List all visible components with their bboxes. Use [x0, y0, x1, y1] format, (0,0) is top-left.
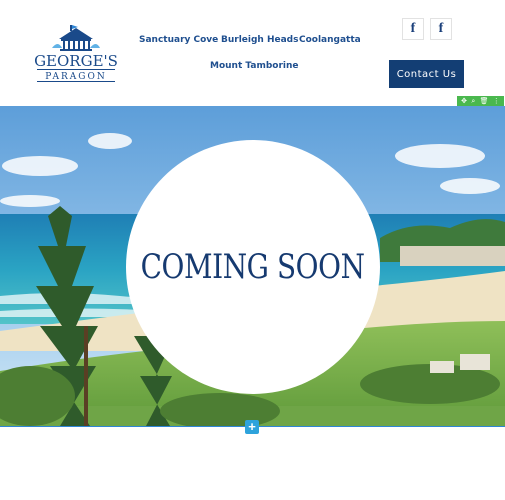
facebook-icon: f [410, 21, 416, 36]
nav-link-sanctuary-cove[interactable]: Sanctuary Cove [139, 35, 218, 45]
trash-icon[interactable]: 🗑 [480, 96, 489, 106]
facebook-link-1[interactable]: f [402, 18, 424, 40]
site-logo[interactable]: GEORGE'S PARAGON [34, 24, 118, 84]
add-section-button[interactable]: + [245, 420, 259, 434]
facebook-link-2[interactable]: f [430, 18, 452, 40]
nav-link-mount-tamborine[interactable]: Mount Tamborine [210, 61, 298, 71]
coming-soon-circle: COMING SOON [126, 140, 380, 394]
facebook-icon: f [438, 21, 444, 36]
page: GEORGE'S PARAGON Sanctuary Cove Burleigh… [0, 0, 505, 500]
search-icon[interactable]: ⌕ [471, 96, 475, 106]
logo-wordmark-top: GEORGE'S [34, 52, 118, 70]
editor-section-toolbar: ✥ ⌕ 🗑 ⋮ [457, 96, 504, 106]
nav-link-coolangatta[interactable]: Coolangatta [299, 35, 361, 45]
move-icon[interactable]: ✥ [461, 96, 467, 106]
logo-wordmark-bottom: PARAGON [45, 72, 106, 82]
hero-section: COMING SOON [0, 106, 505, 426]
nav-link-burleigh-heads[interactable]: Burleigh Heads [221, 35, 298, 45]
more-options-icon[interactable]: ⋮ [493, 96, 500, 106]
coming-soon-heading: COMING SOON [141, 247, 365, 287]
site-header: GEORGE'S PARAGON Sanctuary Cove Burleigh… [0, 0, 505, 106]
contact-us-button[interactable]: Contact Us [389, 60, 464, 88]
